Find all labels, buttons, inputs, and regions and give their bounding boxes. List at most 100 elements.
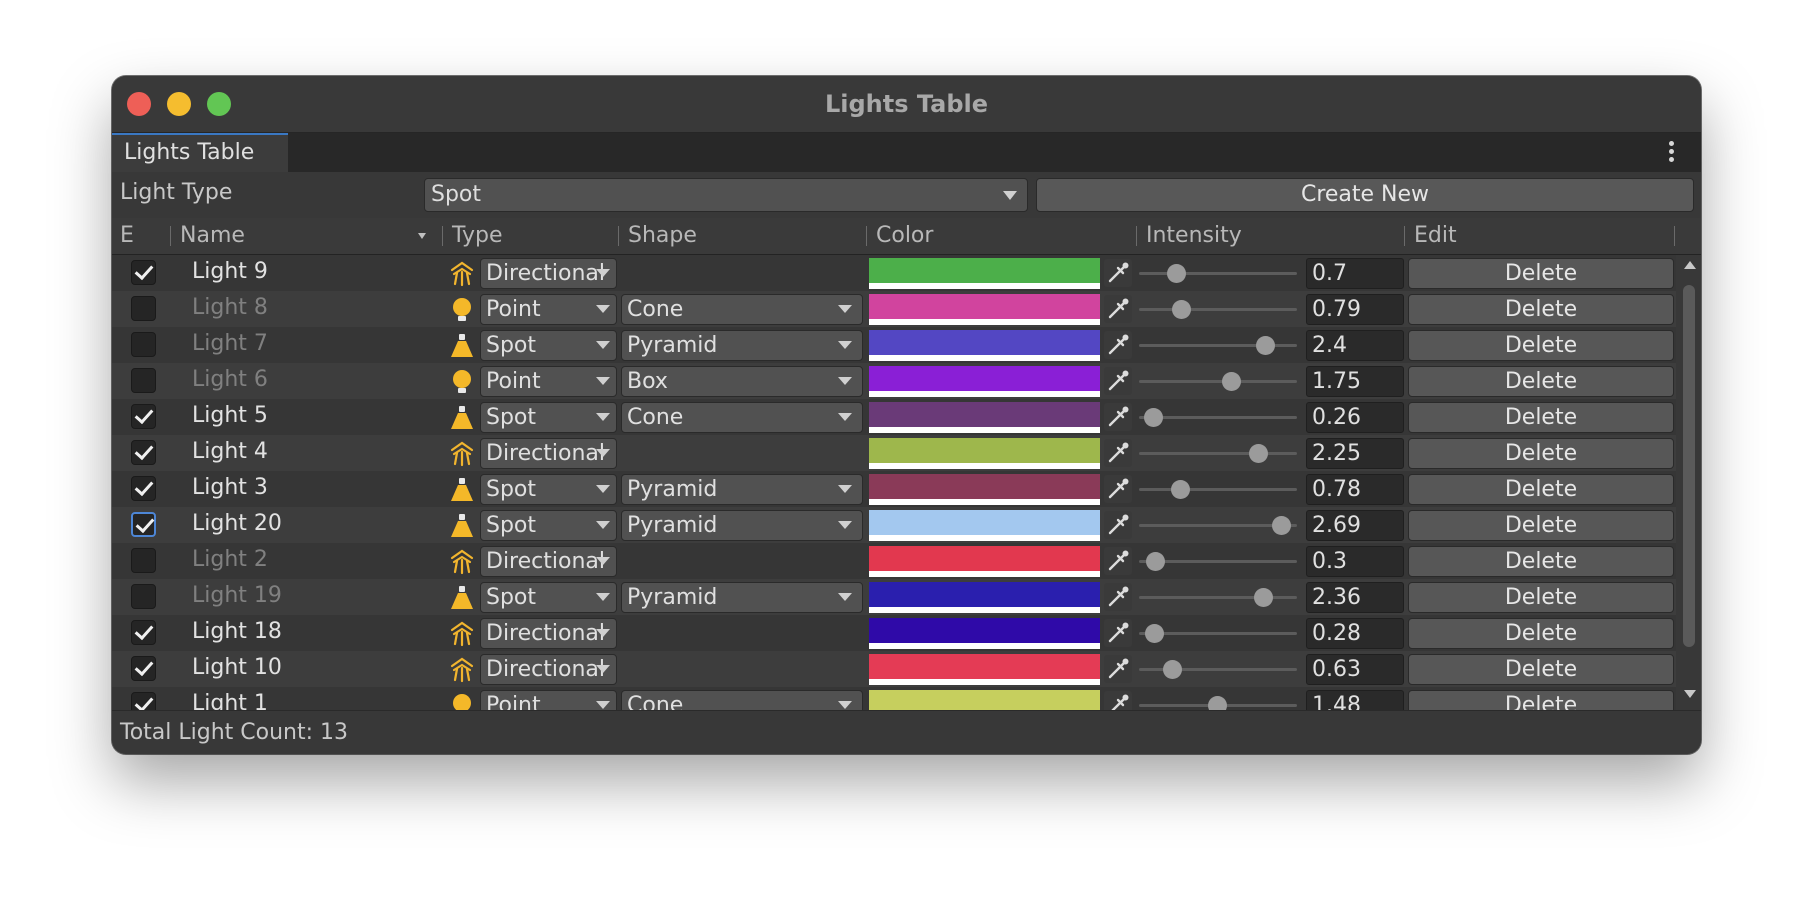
light-name[interactable]: Light 1 (192, 691, 268, 710)
light-name[interactable]: Light 18 (192, 619, 282, 644)
intensity-slider-knob[interactable] (1163, 660, 1183, 679)
delete-button[interactable]: Delete (1408, 618, 1674, 649)
enabled-checkbox[interactable] (131, 260, 156, 285)
type-dropdown[interactable]: Directional (480, 618, 617, 649)
table-row[interactable]: Light 6 Point Box 1.75 Delete (112, 363, 1676, 399)
table-row[interactable]: Light 20 Spot Pyramid 2.69 Delete (112, 507, 1676, 543)
color-swatch[interactable] (869, 582, 1100, 613)
table-row[interactable]: Light 10 Directional 0.63 Delete (112, 651, 1676, 687)
delete-button[interactable]: Delete (1408, 546, 1674, 577)
shape-dropdown[interactable]: Pyramid (621, 474, 863, 505)
intensity-slider-knob[interactable] (1171, 300, 1191, 319)
column-header-name[interactable]: Name (180, 223, 245, 248)
type-dropdown[interactable]: Spot (480, 582, 617, 613)
table-row[interactable]: Light 19 Spot Pyramid 2.36 Delete (112, 579, 1676, 615)
eyedropper-icon[interactable] (1104, 655, 1132, 683)
intensity-slider-knob[interactable] (1145, 552, 1165, 571)
intensity-slider-knob[interactable] (1222, 372, 1242, 391)
type-dropdown[interactable]: Spot (480, 402, 617, 433)
delete-button[interactable]: Delete (1408, 690, 1674, 710)
shape-dropdown[interactable]: Cone (621, 294, 863, 325)
intensity-field[interactable]: 2.25 (1306, 438, 1404, 469)
scroll-down-arrow-icon[interactable] (1684, 690, 1696, 698)
column-separator[interactable] (1404, 226, 1405, 246)
light-name[interactable]: Light 19 (192, 583, 282, 608)
column-separator[interactable] (618, 226, 619, 246)
color-swatch[interactable] (869, 510, 1100, 541)
create-new-button[interactable]: Create New (1036, 178, 1694, 212)
eyedropper-icon[interactable] (1104, 511, 1132, 539)
eyedropper-icon[interactable] (1104, 295, 1132, 323)
eyedropper-icon[interactable] (1104, 403, 1132, 431)
intensity-slider[interactable] (1139, 272, 1297, 275)
enabled-checkbox[interactable] (131, 656, 156, 681)
column-separator[interactable] (442, 226, 443, 246)
column-separator[interactable] (866, 226, 867, 246)
enabled-checkbox[interactable] (131, 404, 156, 429)
table-row[interactable]: Light 9 Directional 0.7 Delete (112, 255, 1676, 291)
intensity-slider[interactable] (1139, 596, 1297, 599)
delete-button[interactable]: Delete (1408, 330, 1674, 361)
eyedropper-icon[interactable] (1104, 331, 1132, 359)
type-dropdown[interactable]: Point (480, 366, 617, 397)
column-header-intensity[interactable]: Intensity (1146, 223, 1242, 248)
color-swatch[interactable] (869, 546, 1100, 577)
type-dropdown[interactable]: Directional (480, 654, 617, 685)
scroll-up-arrow-icon[interactable] (1684, 261, 1696, 269)
eyedropper-icon[interactable] (1104, 475, 1132, 503)
column-separator[interactable] (1136, 226, 1137, 246)
eyedropper-icon[interactable] (1104, 259, 1132, 287)
color-swatch[interactable] (869, 618, 1100, 649)
light-name[interactable]: Light 2 (192, 547, 268, 572)
light-name[interactable]: Light 5 (192, 403, 268, 428)
intensity-field[interactable]: 0.79 (1306, 294, 1404, 325)
eyedropper-icon[interactable] (1104, 583, 1132, 611)
light-name[interactable]: Light 3 (192, 475, 268, 500)
light-name[interactable]: Light 6 (192, 367, 268, 392)
intensity-slider-knob[interactable] (1254, 588, 1274, 607)
enabled-checkbox[interactable] (131, 548, 156, 573)
table-row[interactable]: Light 5 Spot Cone 0.26 Delete (112, 399, 1676, 435)
eyedropper-icon[interactable] (1104, 691, 1132, 710)
scrollbar-thumb[interactable] (1683, 285, 1695, 647)
type-dropdown[interactable]: Directional (480, 438, 617, 469)
color-swatch[interactable] (869, 258, 1100, 289)
intensity-slider[interactable] (1139, 488, 1297, 491)
column-separator[interactable] (170, 226, 171, 246)
enabled-checkbox[interactable] (131, 512, 156, 537)
table-row[interactable]: Light 2 Directional 0.3 Delete (112, 543, 1676, 579)
color-swatch[interactable] (869, 654, 1100, 685)
enabled-checkbox[interactable] (131, 584, 156, 609)
intensity-slider[interactable] (1139, 380, 1297, 383)
color-swatch[interactable] (869, 366, 1100, 397)
intensity-slider[interactable] (1139, 452, 1297, 455)
intensity-slider-knob[interactable] (1144, 624, 1164, 643)
color-swatch[interactable] (869, 474, 1100, 505)
table-row[interactable]: Light 18 Directional 0.28 Delete (112, 615, 1676, 651)
delete-button[interactable]: Delete (1408, 294, 1674, 325)
type-dropdown[interactable]: Spot (480, 474, 617, 505)
color-swatch[interactable] (869, 294, 1100, 325)
column-header-shape[interactable]: Shape (628, 223, 697, 248)
delete-button[interactable]: Delete (1408, 438, 1674, 469)
type-dropdown[interactable]: Spot (480, 510, 617, 541)
intensity-slider[interactable] (1139, 308, 1297, 311)
enabled-checkbox[interactable] (131, 620, 156, 645)
color-swatch[interactable] (869, 330, 1100, 361)
shape-dropdown[interactable]: Cone (621, 690, 863, 710)
enabled-checkbox[interactable] (131, 476, 156, 501)
color-swatch[interactable] (869, 402, 1100, 433)
enabled-checkbox[interactable] (131, 368, 156, 393)
intensity-field[interactable]: 0.28 (1306, 618, 1404, 649)
intensity-slider-knob[interactable] (1271, 516, 1291, 535)
column-header-type[interactable]: Type (452, 223, 503, 248)
color-swatch[interactable] (869, 690, 1100, 710)
eyedropper-icon[interactable] (1104, 547, 1132, 575)
table-row[interactable]: Light 1 Point Cone 1.48 Delete (112, 687, 1676, 710)
table-row[interactable]: Light 3 Spot Pyramid 0.78 Delete (112, 471, 1676, 507)
intensity-slider-knob[interactable] (1171, 480, 1191, 499)
delete-button[interactable]: Delete (1408, 582, 1674, 613)
light-name[interactable]: Light 7 (192, 331, 268, 356)
intensity-field[interactable]: 0.3 (1306, 546, 1404, 577)
intensity-field[interactable]: 2.36 (1306, 582, 1404, 613)
